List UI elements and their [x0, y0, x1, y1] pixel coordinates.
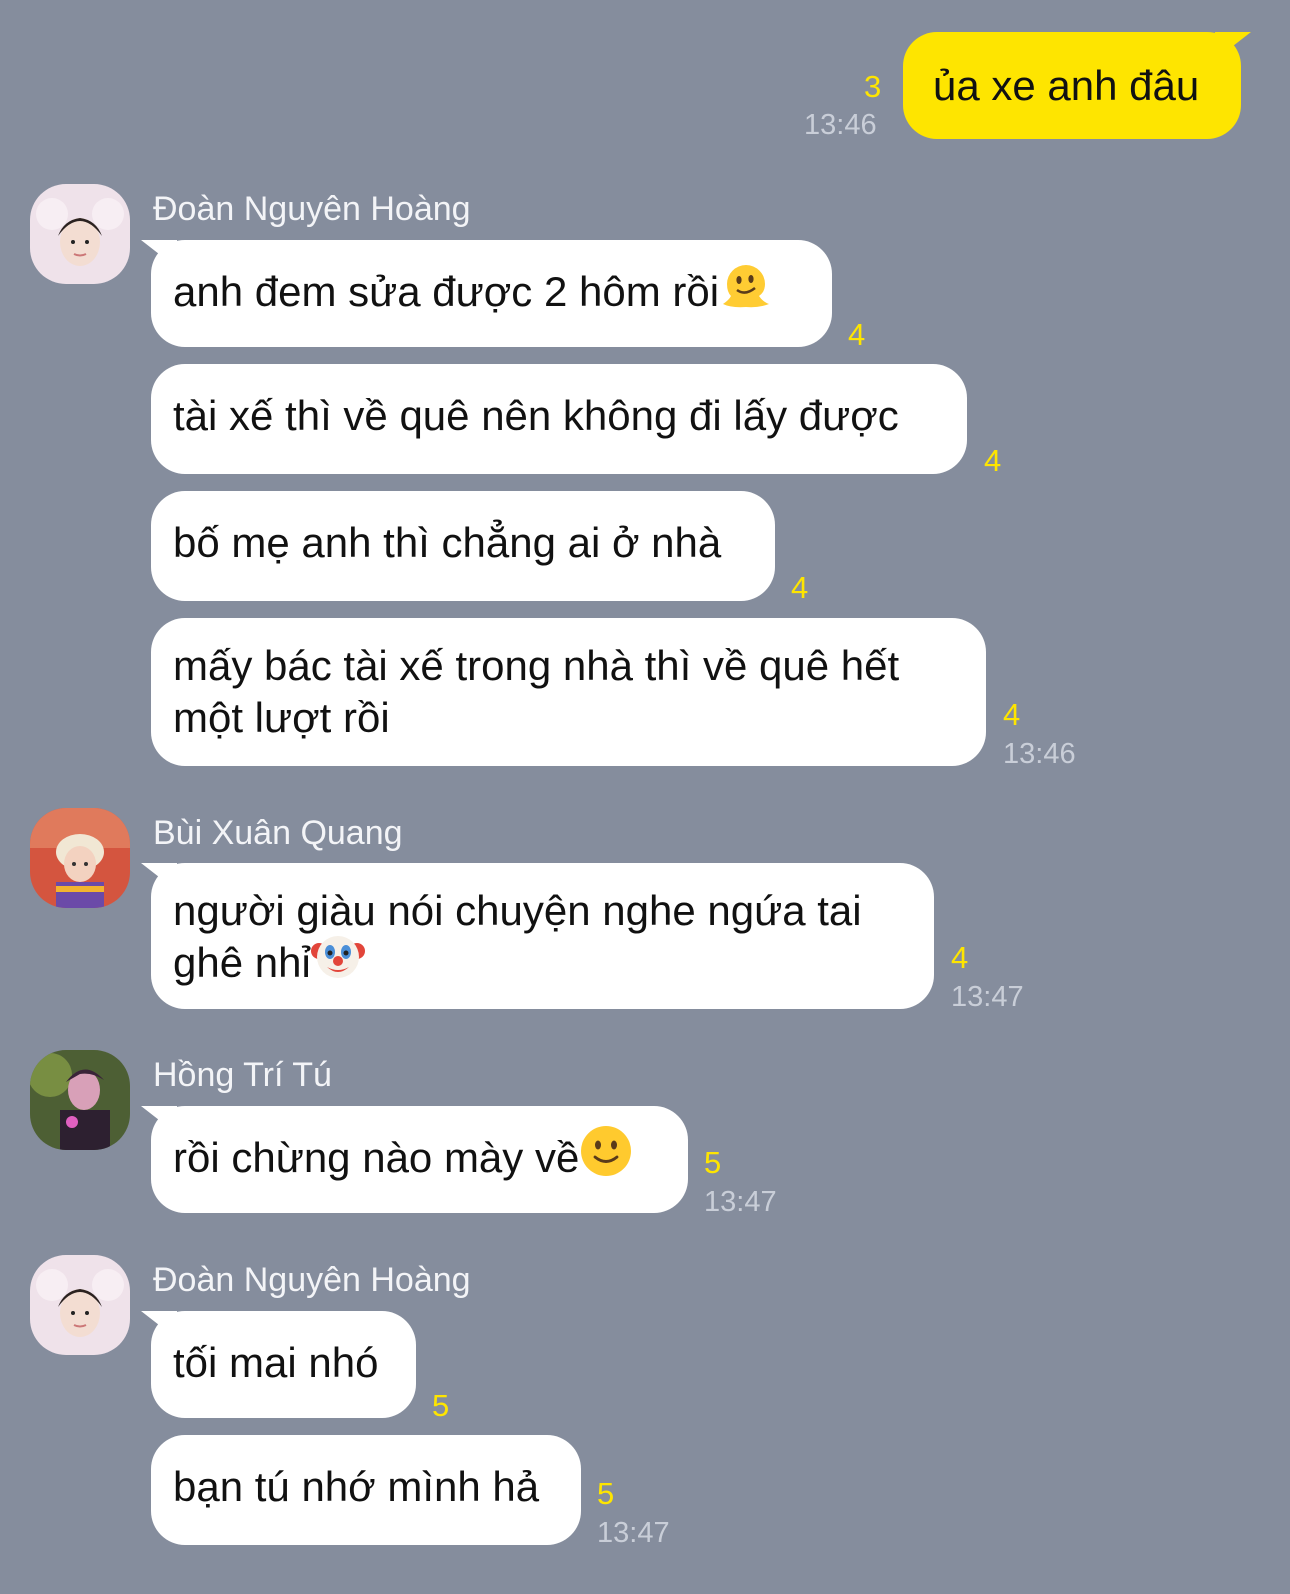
avatar-tu[interactable]: [30, 1050, 130, 1150]
message-bubble[interactable]: anh đem sửa được 2 hôm rồi: [151, 240, 832, 347]
message-bubble[interactable]: bố mẹ anh thì chẳng ai ở nhà: [151, 491, 775, 601]
sender-name: Bùi Xuân Quang: [153, 814, 403, 852]
message-text: tài xế thì về quê nên không đi lấy được: [173, 392, 899, 439]
message-time: 13:47: [597, 1517, 670, 1549]
unread-count: 4: [984, 443, 1002, 478]
message-text: anh đem sửa được 2 hôm rồi: [173, 268, 720, 316]
message-time: 13:46: [1003, 738, 1076, 770]
unread-count: 4: [848, 317, 866, 352]
unread-count: 5: [597, 1476, 615, 1511]
message-bubble[interactable]: bạn tú nhớ mình hả: [151, 1435, 581, 1545]
message-time: 13:47: [951, 981, 1024, 1013]
message-bubble[interactable]: tối mai nhó: [151, 1311, 416, 1418]
my-message-bubble[interactable]: ủa xe anh đâu: [903, 32, 1241, 139]
avatar-hoang[interactable]: [30, 184, 130, 284]
message-time: 13:47: [704, 1186, 777, 1218]
unread-count: 4: [1003, 697, 1021, 732]
message-text: bạn tú nhớ mình hả: [173, 1463, 540, 1510]
sender-name: Đoàn Nguyên Hoàng: [153, 190, 471, 228]
unread-count: 4: [791, 570, 809, 605]
sender-name: Hồng Trí Tú: [153, 1056, 332, 1094]
slightly-smiling-face-emoji: [579, 1124, 633, 1190]
avatar-quang[interactable]: [30, 808, 130, 908]
message-text: tối mai nhó: [173, 1339, 379, 1386]
message-bubble[interactable]: rồi chừng nào mày về: [151, 1106, 688, 1213]
message-time: 13:46: [804, 109, 877, 141]
message-bubble[interactable]: mấy bác tài xế trong nhà thì về quê hết …: [151, 618, 986, 766]
melting-face-emoji: [719, 258, 773, 324]
unread-count: 4: [951, 940, 969, 975]
sender-name: Đoàn Nguyên Hoàng: [153, 1261, 471, 1299]
message-text: người giàu nói chuyện nghe ngứa tai ghê …: [173, 887, 862, 987]
message-text: rồi chừng nào mày về: [173, 1134, 580, 1182]
message-bubble[interactable]: người giàu nói chuyện nghe ngứa tai ghê …: [151, 863, 934, 1009]
message-bubble[interactable]: tài xế thì về quê nên không đi lấy được: [151, 364, 967, 474]
message-text: mấy bác tài xế trong nhà thì về quê hết …: [173, 642, 900, 741]
message-text: ủa xe anh đâu: [933, 62, 1200, 109]
unread-count: 3: [864, 69, 882, 104]
message-text: bố mẹ anh thì chẳng ai ở nhà: [173, 519, 722, 566]
unread-count: 5: [432, 1388, 450, 1423]
avatar-hoang[interactable]: [30, 1255, 130, 1355]
clown-face-emoji: [310, 929, 365, 995]
unread-count: 5: [704, 1145, 722, 1180]
